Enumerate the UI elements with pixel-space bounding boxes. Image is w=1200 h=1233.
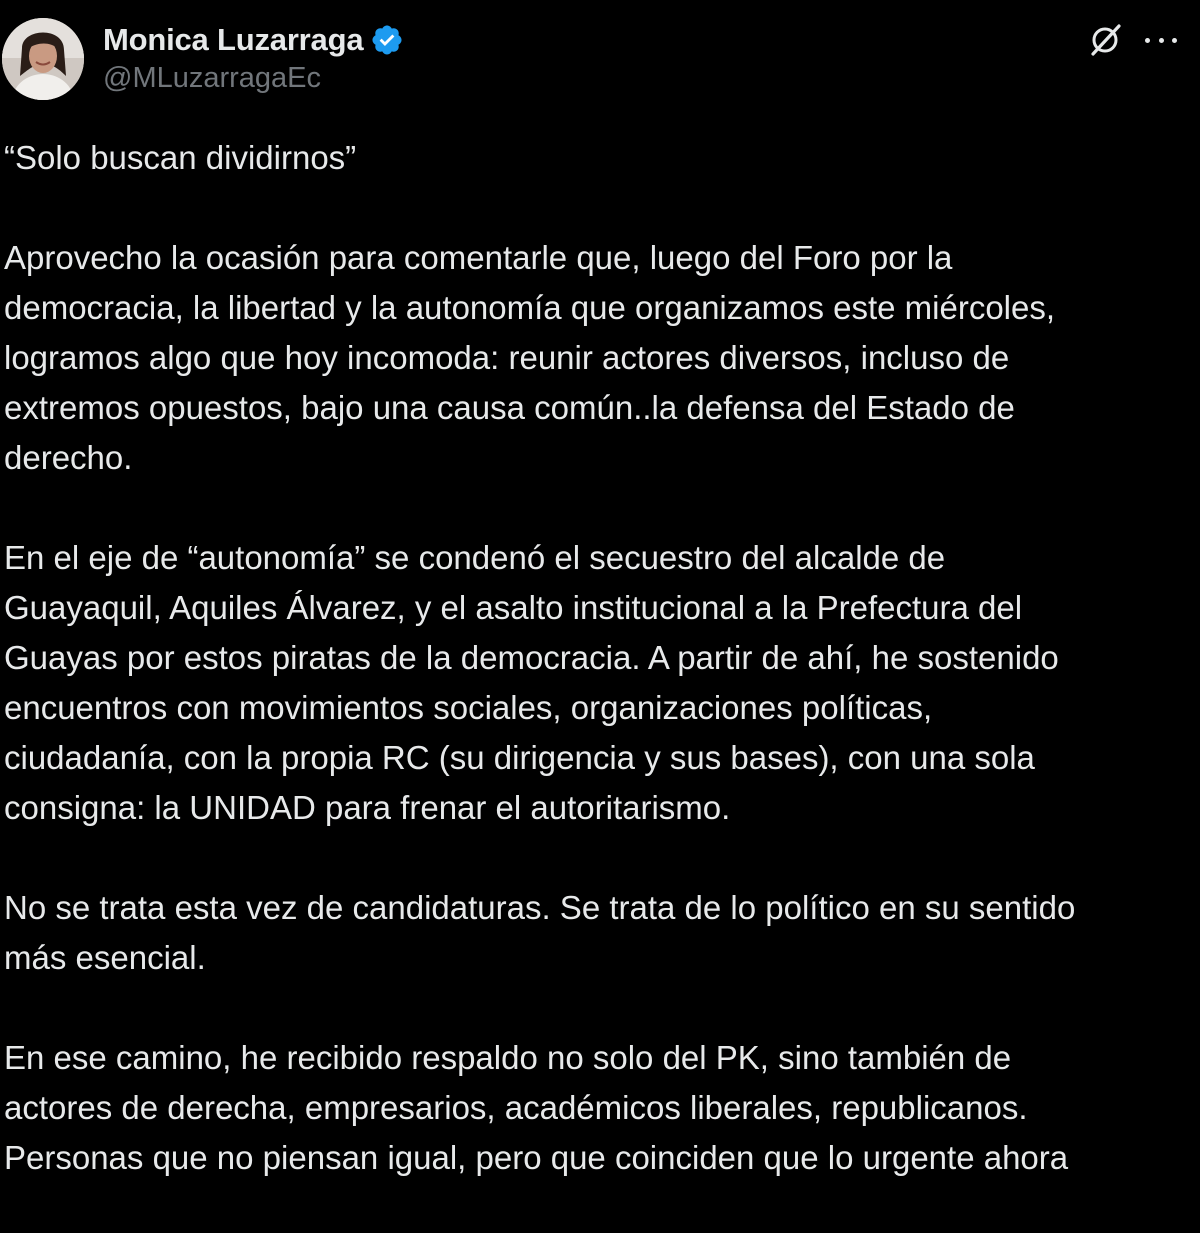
tweet-paragraph-5: En ese camino, he recibido respaldo no s… (4, 1039, 1069, 1176)
tweet-header: Monica Luzarraga @MLuzarragaEc (0, 0, 1200, 110)
verified-badge-icon[interactable] (370, 23, 404, 57)
author-display-name[interactable]: Monica Luzarraga (103, 22, 364, 58)
dot-icon (1158, 37, 1164, 43)
more-options-icon[interactable] (1141, 22, 1181, 58)
author-name-row: Monica Luzarraga (103, 20, 404, 60)
dot-icon (1145, 37, 1150, 43)
tweet-paragraph-1: “Solo buscan dividirnos” (4, 139, 357, 176)
tweet-paragraph-3: En el eje de “autonomía” se condenó el s… (4, 539, 1059, 826)
profile-photo-icon (2, 18, 84, 100)
tweet-paragraph-4: No se trata esta vez de candidaturas. Se… (4, 889, 1076, 976)
grok-icon[interactable] (1088, 22, 1124, 58)
avatar[interactable] (2, 18, 84, 100)
tweet-text: “Solo buscan dividirnos” Aprovecho la oc… (4, 133, 1194, 1233)
author-handle[interactable]: @MLuzarragaEc (103, 62, 321, 95)
tweet-paragraph-2: Aprovecho la ocasión para comentarle que… (4, 239, 1056, 476)
dot-icon (1172, 37, 1177, 43)
